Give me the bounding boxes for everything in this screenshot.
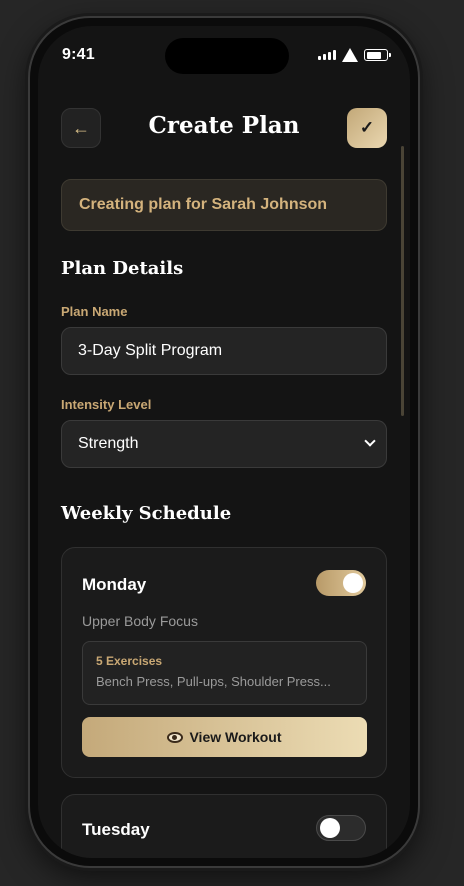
- view-workout-label: View Workout: [189, 729, 282, 745]
- eye-icon: [167, 731, 184, 743]
- phone-frame: 9:41 ← Create Plan ✓ Creating plan for S…: [28, 16, 420, 868]
- screen: 9:41 ← Create Plan ✓ Creating plan for S…: [38, 26, 410, 858]
- day-card-monday: Monday Upper Body Focus 5 Exercises Benc…: [61, 547, 387, 778]
- exercise-summary: 5 Exercises Bench Press, Pull-ups, Shoul…: [82, 641, 367, 705]
- day-name: Tuesday: [82, 820, 150, 839]
- day-focus: Upper Body Focus: [82, 613, 198, 629]
- intensity-select[interactable]: Strength: [61, 420, 387, 468]
- view-workout-button[interactable]: View Workout: [82, 717, 367, 757]
- exercise-list: Bench Press, Pull-ups, Shoulder Press...: [96, 674, 331, 689]
- day-toggle-monday[interactable]: [316, 570, 366, 596]
- scrollbar[interactable]: [401, 146, 404, 416]
- client-banner: Creating plan for Sarah Johnson: [61, 179, 387, 231]
- day-name: Monday: [82, 575, 147, 594]
- plan-name-label: Plan Name: [61, 304, 128, 319]
- header: ← Create Plan ✓: [61, 108, 387, 148]
- content: ← Create Plan ✓ Creating plan for Sarah …: [38, 26, 410, 858]
- intensity-label: Intensity Level: [61, 397, 152, 412]
- save-button[interactable]: ✓: [347, 108, 387, 148]
- exercise-count: 5 Exercises: [96, 654, 163, 668]
- day-card-tuesday: Tuesday: [61, 794, 387, 858]
- plan-details-heading: Plan Details: [61, 258, 184, 279]
- plan-name-value: 3-Day Split Program: [78, 342, 223, 359]
- weekly-schedule-heading: Weekly Schedule: [61, 503, 232, 524]
- intensity-value: Strength: [78, 435, 139, 452]
- page-title: Create Plan: [148, 112, 300, 139]
- checkmark-icon: ✓: [359, 118, 375, 137]
- chevron-down-icon: [364, 435, 376, 447]
- plan-name-input[interactable]: 3-Day Split Program: [61, 327, 387, 375]
- day-toggle-tuesday[interactable]: [316, 815, 366, 841]
